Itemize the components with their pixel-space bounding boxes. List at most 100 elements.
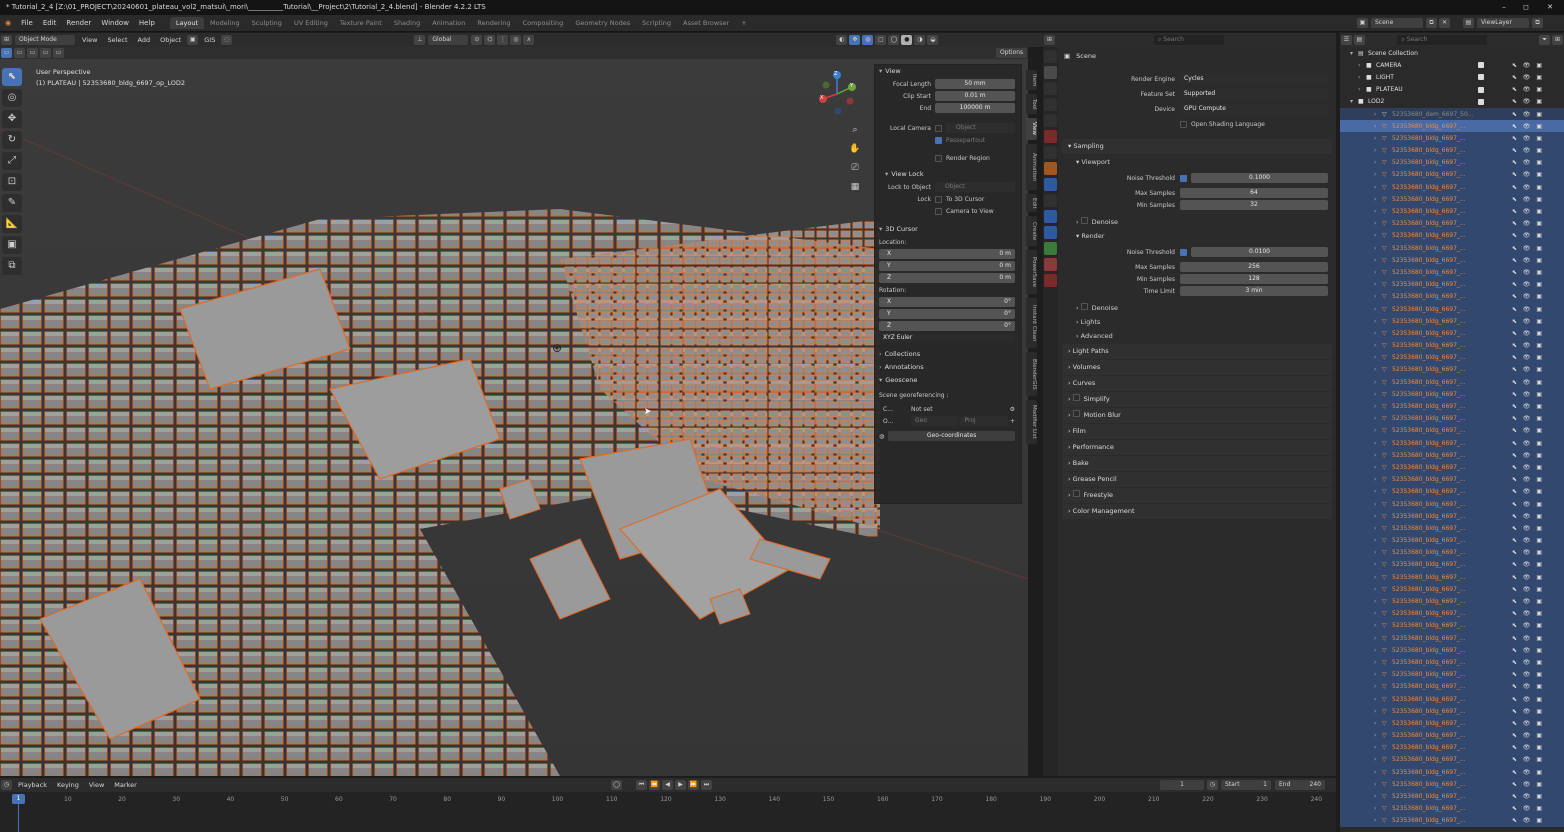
current-frame-field[interactable]: 1 [1160,780,1204,790]
expand-chevron-icon[interactable]: › [1374,647,1382,654]
shading-wireframe-icon[interactable]: ◯ [888,35,900,45]
expand-chevron-icon[interactable]: › [1374,269,1382,276]
local-camera-checkbox[interactable] [935,124,942,132]
3d-cursor-header[interactable]: ▾ 3D Cursor [875,223,1021,236]
expand-chevron-icon[interactable]: › [1374,232,1382,239]
cursor-rotation-x[interactable]: X 0° [879,297,1015,307]
pivot-point-icon[interactable]: ⊙ [471,35,483,45]
viewlayer-icon[interactable]: ▤ [1463,18,1474,28]
timeline-menu-playback[interactable]: Playback [13,781,52,789]
visibility-toggle-icons[interactable]: ⬉ 👁 ▣ [1512,403,1544,410]
outliner-object-row[interactable]: › ▽ 52353680_bldg_6697_... ⬉ 👁 ▣ [1340,400,1564,413]
scale-tool-icon[interactable]: ⤢ [2,152,22,170]
properties-search-input[interactable]: ⌕ Search [1154,35,1224,45]
clip-start-field[interactable]: 0.01 m [935,91,1015,101]
performance-section[interactable]: › Performance [1062,440,1332,455]
visibility-toggle-icons[interactable]: ⬉ 👁 ▣ [1512,513,1544,520]
lock-to-object-field[interactable]: Object [935,182,1015,192]
visibility-toggle-icons[interactable]: ⬉ 👁 ▣ [1512,281,1544,288]
mode-selector[interactable]: Object Mode [15,35,75,45]
visibility-toggle-icons[interactable]: ⬉ 👁 ▣ [1512,476,1544,483]
sidebar-tab-view[interactable]: View [1026,118,1037,140]
visibility-toggle-icons[interactable]: ⬉ 👁 ▣ [1512,135,1544,142]
visibility-toggle-icons[interactable]: ⬉ 👁 ▣ [1512,208,1544,215]
viewport-menu-gis[interactable]: GIS [199,36,220,44]
simplify-section[interactable]: › Simplify [1062,392,1332,407]
outliner-object-row[interactable]: › ▽ 52353680_bldg_6697_... ⬉ 👁 ▣ [1340,632,1564,645]
overlay-toggle-icon[interactable]: ◍ [862,35,874,45]
expand-chevron-icon[interactable]: › [1374,720,1382,727]
render-tab-icon[interactable] [1044,66,1057,79]
expand-chevron-icon[interactable]: › [1374,281,1382,288]
filter-icon[interactable]: ⏷ [1539,35,1551,45]
expand-chevron-icon[interactable]: › [1358,62,1366,69]
tool-settings-tab-icon[interactable] [1044,50,1057,63]
visibility-toggle-icons[interactable]: ⬉ 👁 ▣ [1512,98,1544,105]
workspace-tab-sculpting[interactable]: Sculpting [246,17,288,29]
transform-orientation-selector[interactable]: Global [428,35,469,45]
menu-file[interactable]: File [16,19,38,27]
visibility-toggle-icons[interactable]: ⬉ 👁 ▣ [1512,354,1544,361]
visibility-toggle-icons[interactable]: ⬉ 👁 ▣ [1512,756,1544,763]
expand-chevron-icon[interactable]: ▾ [1350,98,1358,105]
curves-section[interactable]: › Curves [1062,376,1332,391]
workspace-tab-uv-editing[interactable]: UV Editing [288,17,334,29]
expand-chevron-icon[interactable]: › [1358,86,1366,93]
outliner-object-row[interactable]: › ▽ 52353680_bldg_6697_... ⬉ 👁 ▣ [1340,558,1564,572]
shading-rendered-icon[interactable]: ◒ [927,35,939,45]
expand-chevron-icon[interactable]: › [1374,464,1382,471]
visibility-toggle-icons[interactable]: ⬉ 👁 ▣ [1512,671,1544,678]
workspace-tab-rendering[interactable]: Rendering [471,17,516,29]
cursor-tool-icon[interactable]: ◎ [2,89,22,107]
viewport-menu-view[interactable]: View [77,36,102,44]
transform-orientation-icon[interactable]: ⊥ [414,35,426,45]
outliner-object-row[interactable]: › ▽ 52353680_bldg_6697_... ⬉ 👁 ▣ [1340,522,1564,535]
outliner-object-row[interactable]: › ▽ 52353680_bldg_6697_... ⬉ 👁 ▣ [1340,485,1564,498]
expand-chevron-icon[interactable]: › [1374,391,1382,398]
start-frame-field[interactable]: Start 1 [1221,780,1271,790]
visibility-toggle-icons[interactable]: ⬉ 👁 ▣ [1512,342,1544,349]
r-denoise-subsection[interactable]: › Denoise [1058,301,1336,315]
visibility-toggle-icons[interactable]: ⬉ 👁 ▣ [1512,452,1544,459]
workspace-tab-texture-paint[interactable]: Texture Paint [334,17,388,29]
expand-chevron-icon[interactable]: › [1374,159,1382,166]
sidebar-tab-powersave[interactable]: PowerSave [1026,250,1037,294]
viewport-subsection[interactable]: ▾ Viewport [1058,155,1336,169]
outliner-object-row[interactable]: › ▽ 52353680_bldg_6697_... ⬉ 👁 ▣ [1340,510,1564,523]
exclude-checkbox[interactable] [1478,62,1484,69]
visibility-toggle-icons[interactable]: ⬉ 👁 ▣ [1512,171,1544,178]
render-engine-select[interactable]: Cycles [1180,74,1328,84]
play-reverse-icon[interactable]: ◀ [662,780,673,790]
jump-start-icon[interactable]: ⏮ [636,780,647,790]
local-camera-field[interactable]: Object [946,123,1015,133]
outliner-object-row[interactable]: › ▽ 52353680_bldg_6697_... ⬉ 👁 ▣ [1340,766,1564,779]
outliner-object-row[interactable]: › ▽ 52353680_bldg_6697_... ⬉ 👁 ▣ [1340,376,1564,389]
scene-selector[interactable]: Scene [1371,18,1423,28]
xray-toggle-icon[interactable]: ▢ [875,35,887,45]
outliner-object-row[interactable]: › ▽ 52353680_bldg_6697_... ⬉ 👁 ▣ [1340,144,1564,157]
maximize-button[interactable]: ◻ [1516,0,1536,15]
delete-scene-icon[interactable]: ✕ [1439,18,1450,28]
outliner-object-row[interactable]: › ▽ 52353680_bldg_6697_... ⬉ 👁 ▣ [1340,217,1564,230]
light-paths-section[interactable]: › Light Paths [1062,344,1332,359]
cursor-rotation-z[interactable]: Z 0° [879,321,1015,331]
expand-chevron-icon[interactable]: › [1374,817,1382,824]
collection-tab-icon[interactable] [1044,146,1057,159]
bake-section[interactable]: › Bake [1062,456,1332,471]
expand-chevron-icon[interactable]: › [1374,379,1382,386]
expand-chevron-icon[interactable]: › [1374,171,1382,178]
zoom-icon[interactable]: ⌕ [848,121,862,140]
outliner-object-row[interactable]: › ▽ 52353680_bldg_6697_... ⬉ 👁 ▣ [1340,497,1564,511]
outliner-object-row[interactable]: › ▽ 52353680_bldg_6697_... ⬉ 👁 ▣ [1340,778,1564,791]
outliner-object-row[interactable]: › ▽ 52353680_bldg_6697_... ⬉ 👁 ▣ [1340,412,1564,425]
visibility-toggle-icons[interactable]: ⬉ 👁 ▣ [1512,647,1544,654]
outliner-object-row[interactable]: › ▽ 52353680_bldg_6697_... ⬉ 👁 ▣ [1340,802,1564,815]
visibility-toggle-icons[interactable]: ⬉ 👁 ▣ [1512,111,1544,118]
visibility-toggle-icons[interactable]: ⬉ 👁 ▣ [1512,793,1544,800]
visibility-toggle-icons[interactable]: ⬉ 👁 ▣ [1512,769,1544,776]
physics-tab-icon[interactable] [1044,210,1057,223]
outliner-object-row[interactable]: › ▽ 52353680_bldg_6697_... ⬉ 👁 ▣ [1340,814,1564,827]
visibility-toggle-icons[interactable]: ⬉ 👁 ▣ [1512,586,1544,593]
origin-proj-button[interactable]: Proj [960,416,1008,426]
expand-chevron-icon[interactable]: › [1374,366,1382,373]
